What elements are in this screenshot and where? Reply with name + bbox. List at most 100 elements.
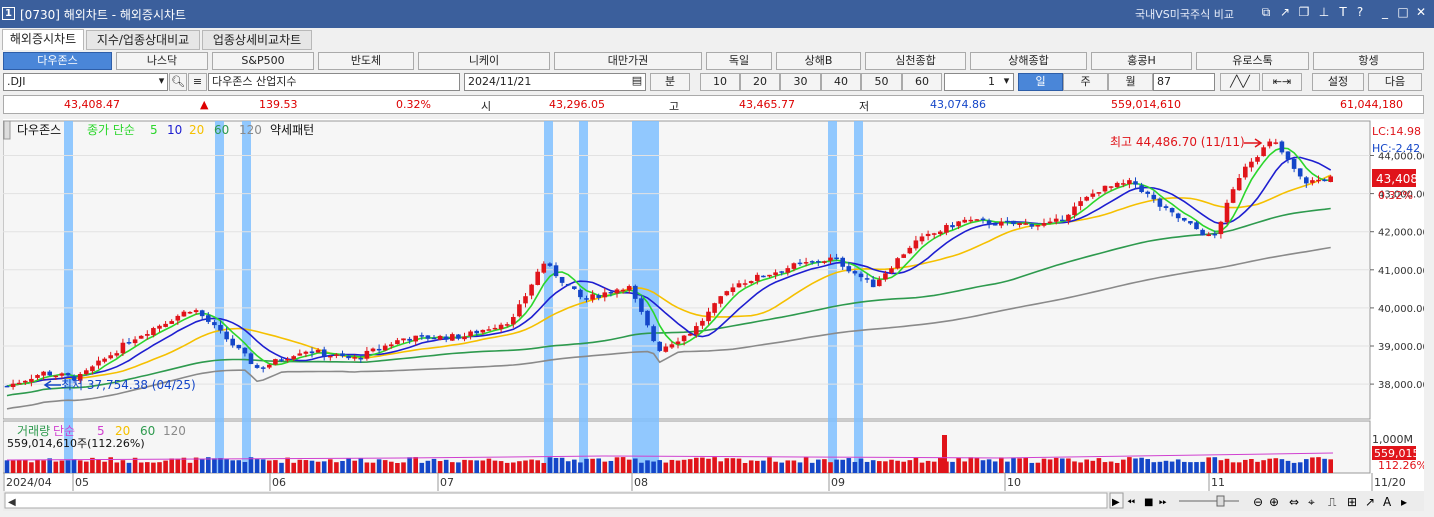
market-hongkong-h[interactable]: 홍콩H xyxy=(1091,52,1192,70)
zoom-slider-handle[interactable] xyxy=(1216,495,1225,507)
close-icon[interactable]: ✕ xyxy=(1414,5,1428,19)
market-shanghai-b[interactable]: 상해B xyxy=(776,52,861,70)
min-30-button[interactable]: 30 xyxy=(780,73,821,91)
market-shenzhen[interactable]: 심천종합 xyxy=(865,52,966,70)
market-dow[interactable]: 다우존스 xyxy=(3,52,112,70)
volume-bar xyxy=(1194,462,1199,473)
volume-bar xyxy=(913,457,919,473)
volume-bar xyxy=(206,457,211,473)
volume-bar xyxy=(504,462,510,473)
code-list-icon[interactable]: ≡ xyxy=(188,73,207,91)
arrow-icon[interactable]: ↗ xyxy=(1365,495,1375,509)
help-icon[interactable]: ? xyxy=(1353,5,1367,19)
compare-link[interactable]: 국내VS미국주식 비교 xyxy=(1135,6,1234,22)
market-eurostoxx[interactable]: 유로스톡 xyxy=(1196,52,1309,70)
volume-bar xyxy=(962,461,967,473)
text-tool-icon[interactable]: A xyxy=(1383,495,1392,509)
candle-body xyxy=(1127,180,1132,185)
play-glyph: ▶ xyxy=(1112,497,1120,508)
market-semiconductor[interactable]: 반도체 xyxy=(318,52,414,70)
volume-bar xyxy=(334,462,339,473)
volume-bar xyxy=(553,457,559,473)
market-taiwan[interactable]: 대만가권 xyxy=(554,52,702,70)
volume-bar xyxy=(1029,462,1035,473)
restore-icon[interactable]: ❐ xyxy=(1297,5,1311,19)
day-button[interactable]: 일 xyxy=(1018,73,1063,91)
layout-icon[interactable]: ⊞ xyxy=(1347,495,1357,509)
next-button[interactable]: 다음 xyxy=(1368,73,1422,91)
compress-icon[interactable]: ⇤⇥ xyxy=(1262,73,1302,91)
candle-body xyxy=(590,294,595,300)
candle-body xyxy=(919,236,925,242)
min-20-button[interactable]: 20 xyxy=(740,73,780,91)
candle-body xyxy=(1029,223,1035,227)
candle-body xyxy=(962,219,967,223)
fit-icon[interactable]: ⇔ xyxy=(1289,495,1299,509)
candle-body xyxy=(883,273,888,280)
candle-body xyxy=(1218,221,1224,235)
month-button[interactable]: 월 xyxy=(1108,73,1153,91)
week-button[interactable]: 주 xyxy=(1063,73,1108,91)
min-50-button[interactable]: 50 xyxy=(861,73,902,91)
count-dropdown-icon[interactable]: ▾ xyxy=(1000,73,1013,91)
volume-bar xyxy=(657,460,662,473)
magnet-icon[interactable]: ⎍ xyxy=(1328,495,1337,509)
min-60-button[interactable]: 60 xyxy=(902,73,942,91)
candle-body xyxy=(1224,202,1230,223)
candle-body xyxy=(4,385,10,388)
market-germany[interactable]: 독일 xyxy=(706,52,772,70)
font-icon[interactable]: T xyxy=(1336,5,1350,19)
tab-sector-compare[interactable]: 업종상세비교차트 xyxy=(202,30,312,50)
count-input[interactable]: 87 xyxy=(1153,73,1215,91)
up-triangle-icon: ▲ xyxy=(200,98,209,111)
code-input[interactable]: .DJI xyxy=(3,73,168,91)
market-nikkei[interactable]: 니케이 xyxy=(418,52,550,70)
volume-bar xyxy=(535,460,540,473)
volume-bar xyxy=(382,460,388,473)
maximize-icon[interactable]: □ xyxy=(1396,5,1410,19)
tab-overseas-chart[interactable]: 해외증시차트 xyxy=(2,29,84,50)
pattern-icon[interactable]: ╱╲╱ xyxy=(1220,73,1260,91)
candle-body xyxy=(1151,194,1157,200)
volume-bar xyxy=(71,459,77,473)
crosshair-icon[interactable]: ⌖ xyxy=(1308,495,1315,509)
settings-button[interactable]: 설정 xyxy=(1312,73,1364,91)
market-sp500[interactable]: S&P500 xyxy=(212,52,314,70)
horizontal-scrollbar[interactable] xyxy=(4,492,1108,509)
minute-button[interactable]: 분 xyxy=(650,73,690,91)
code-dropdown-icon[interactable]: ▾ xyxy=(155,73,168,91)
control-row: .DJI ▾ 🔍︎ ≡ 다우존스 산업지수 2024/11/21 ▤ 분 10 … xyxy=(0,72,1434,92)
link-icon[interactable]: ⧉ xyxy=(1259,5,1273,20)
candle-body xyxy=(389,344,394,347)
candle-body xyxy=(407,338,412,341)
tab-index-compare[interactable]: 지수/업종상대비교 xyxy=(86,30,200,50)
chart-area[interactable]: 44,000.00 43,000.00 42,000.00 41,000.00 40,0… xyxy=(2,119,1429,511)
volume-bar xyxy=(96,459,101,473)
min-10-button[interactable]: 10 xyxy=(700,73,740,91)
min-40-button[interactable]: 40 xyxy=(821,73,861,91)
market-shanghai[interactable]: 상해종합 xyxy=(970,52,1087,70)
pin-icon[interactable]: ⊥ xyxy=(1317,5,1331,19)
stop-icon[interactable]: ■ xyxy=(1144,497,1153,508)
date-input[interactable]: 2024/11/21 xyxy=(464,73,646,91)
scroll-left-icon[interactable]: ◀ xyxy=(8,497,16,508)
volume-bar xyxy=(1066,458,1071,473)
minimize-icon[interactable]: _ xyxy=(1378,5,1392,19)
calendar-icon[interactable]: ▤ xyxy=(629,73,645,91)
forward-icon[interactable]: ⏩︎ xyxy=(1159,497,1167,508)
zoom-out-icon[interactable]: ⊖ xyxy=(1253,495,1263,509)
volume-bar xyxy=(120,460,126,473)
search-icon[interactable]: 🔍︎ xyxy=(169,73,187,91)
rewind-icon[interactable]: ⏪︎ xyxy=(1127,497,1135,508)
collapse-handle[interactable] xyxy=(3,120,11,140)
market-nasdaq[interactable]: 나스닥 xyxy=(116,52,208,70)
market-hangseng[interactable]: 항셍 xyxy=(1313,52,1424,70)
scroll-right-icon[interactable]: ▸ xyxy=(1401,495,1407,509)
candle-body xyxy=(578,289,583,298)
volume-bar xyxy=(633,458,638,473)
zoom-in-icon[interactable]: ⊕ xyxy=(1269,495,1279,509)
candle-body xyxy=(90,366,95,372)
volume-bar xyxy=(1310,457,1315,473)
new-window-icon[interactable]: ↗ xyxy=(1278,5,1292,19)
candle-body xyxy=(321,349,327,357)
